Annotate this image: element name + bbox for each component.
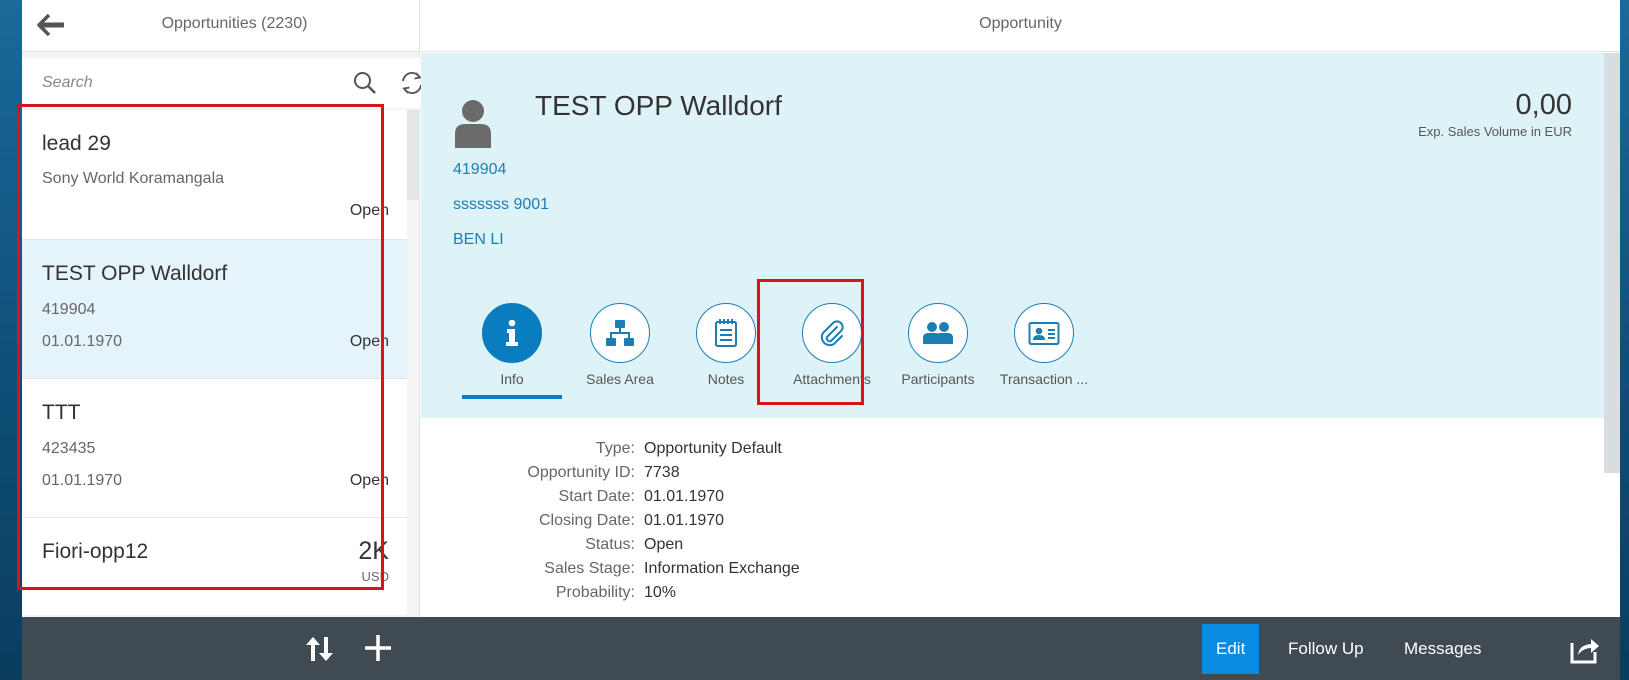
item-date: 01.01.1970 xyxy=(42,333,123,350)
field-closing-date: Closing Date: 01.01.1970 xyxy=(421,512,1121,534)
tab-transaction[interactable]: Transaction ... xyxy=(990,303,1098,387)
item-title: TTT xyxy=(42,401,81,424)
field-probability: Probability: 10% xyxy=(421,584,1121,606)
tab-info-circle xyxy=(482,303,542,363)
active-tab-indicator xyxy=(462,395,562,399)
item-id: 423435 xyxy=(42,440,96,457)
notes-icon xyxy=(715,319,737,347)
item-status: Open xyxy=(349,202,389,219)
person-placeholder-icon xyxy=(455,100,491,148)
item-account: Sony World Koramangala xyxy=(42,170,225,187)
item-date: 01.01.1970 xyxy=(42,472,123,489)
list-item[interactable]: TTT 423435 01.01.1970 Open xyxy=(22,379,407,518)
sort-icon[interactable] xyxy=(304,633,336,665)
tab-label: Sales Area xyxy=(586,371,654,387)
object-header: TEST OPP Walldorf 0,00 Exp. Sales Volume… xyxy=(421,53,1604,418)
item-status: Open xyxy=(349,472,389,489)
field-value: 7738 xyxy=(644,464,680,481)
link-account[interactable]: sssssss 9001 xyxy=(453,196,549,214)
field-value: 10% xyxy=(644,584,677,601)
field-status: Status: Open xyxy=(421,536,1121,558)
footer-toolbar: Edit Follow Up Messages xyxy=(22,617,1620,680)
field-value: Opportunity Default xyxy=(644,440,782,457)
master-pane: Opportunities (2230) lead 29 Sony World … xyxy=(22,0,422,617)
field-value: 01.01.1970 xyxy=(644,512,725,529)
tab-transaction-circle xyxy=(1014,303,1074,363)
field-value: Open xyxy=(644,536,684,553)
tab-notes-circle xyxy=(696,303,756,363)
tab-label: Attachments xyxy=(793,371,871,387)
hierarchy-icon xyxy=(606,320,634,346)
list-scrollbar[interactable] xyxy=(407,110,420,200)
item-status: Open xyxy=(349,333,389,350)
item-amount: 2K xyxy=(358,537,389,565)
field-label: Type: xyxy=(595,440,635,457)
item-title: lead 29 xyxy=(42,132,111,155)
paperclip-icon xyxy=(820,320,844,347)
fiori-app: Opportunities (2230) lead 29 Sony World … xyxy=(17,0,1620,680)
master-header: Opportunities (2230) xyxy=(22,0,419,52)
field-value: Information Exchange xyxy=(644,560,800,577)
item-title: Fiori-opp12 xyxy=(42,540,149,563)
detail-scrollbar[interactable] xyxy=(1604,53,1620,473)
tab-participants[interactable]: Participants xyxy=(884,303,992,387)
item-currency: USD xyxy=(361,569,389,584)
item-id: 419904 xyxy=(42,301,96,318)
object-title: TEST OPP Walldorf xyxy=(535,90,782,121)
tab-label: Info xyxy=(500,371,524,387)
tab-label: Notes xyxy=(707,371,745,387)
opportunity-list: lead 29 Sony World Koramangala Open TEST… xyxy=(22,110,407,615)
share-icon[interactable] xyxy=(1569,633,1601,665)
people-icon xyxy=(923,322,953,344)
field-label: Status: xyxy=(585,536,635,553)
tab-info[interactable]: Info xyxy=(458,303,566,387)
info-form: Type: Opportunity Default Opportunity ID… xyxy=(421,440,1604,617)
field-label: Probability: xyxy=(555,584,635,601)
field-label: Opportunity ID: xyxy=(527,464,635,481)
master-title: Opportunities (2230) xyxy=(161,15,308,32)
edit-button[interactable]: Edit xyxy=(1202,624,1260,674)
info-icon xyxy=(506,319,518,346)
tab-notes[interactable]: Notes xyxy=(672,303,780,387)
messages-button[interactable]: Messages xyxy=(1390,624,1495,674)
list-item[interactable]: lead 29 Sony World Koramangala Open xyxy=(22,110,407,240)
field-start-date: Start Date: 01.01.1970 xyxy=(421,488,1121,510)
object-number: 0,00 xyxy=(1515,89,1572,121)
search-input[interactable] xyxy=(42,70,342,96)
tab-attachments[interactable]: Attachments xyxy=(778,303,886,387)
field-type: Type: Opportunity Default xyxy=(421,440,1121,462)
follow-up-button[interactable]: Follow Up xyxy=(1274,624,1378,674)
tab-participants-circle xyxy=(908,303,968,363)
detail-header: Opportunity xyxy=(421,0,1620,52)
list-item[interactable]: TEST OPP Walldorf 419904 01.01.1970 Open xyxy=(22,240,407,379)
item-title: TEST OPP Walldorf xyxy=(42,262,228,285)
field-label: Sales Stage: xyxy=(544,560,635,577)
list-item[interactable]: Fiori-opp12 2K USD xyxy=(22,518,407,615)
tab-attachments-circle xyxy=(802,303,862,363)
search-icon[interactable] xyxy=(352,70,378,96)
id-card-icon xyxy=(1028,322,1060,345)
tab-label: Participants xyxy=(901,371,975,387)
detail-pane: Opportunity TEST OPP Walldorf 0,00 Exp. … xyxy=(421,0,1620,617)
tab-sales-area[interactable]: Sales Area xyxy=(566,303,674,387)
field-sales-stage: Sales Stage: Information Exchange xyxy=(421,560,1121,582)
field-label: Closing Date: xyxy=(538,512,635,529)
tab-label: Transaction ... xyxy=(999,371,1089,387)
link-opportunity-id[interactable]: 419904 xyxy=(453,161,506,179)
tab-sales-area-circle xyxy=(590,303,650,363)
detail-title: Opportunity xyxy=(979,15,1062,32)
link-contact[interactable]: BEN LI xyxy=(453,231,504,249)
add-icon[interactable] xyxy=(362,632,394,664)
field-label: Start Date: xyxy=(558,488,635,505)
field-opportunity-id: Opportunity ID: 7738 xyxy=(421,464,1121,486)
object-number-unit: Exp. Sales Volume in EUR xyxy=(1418,124,1572,139)
field-value: 01.01.1970 xyxy=(644,488,725,505)
